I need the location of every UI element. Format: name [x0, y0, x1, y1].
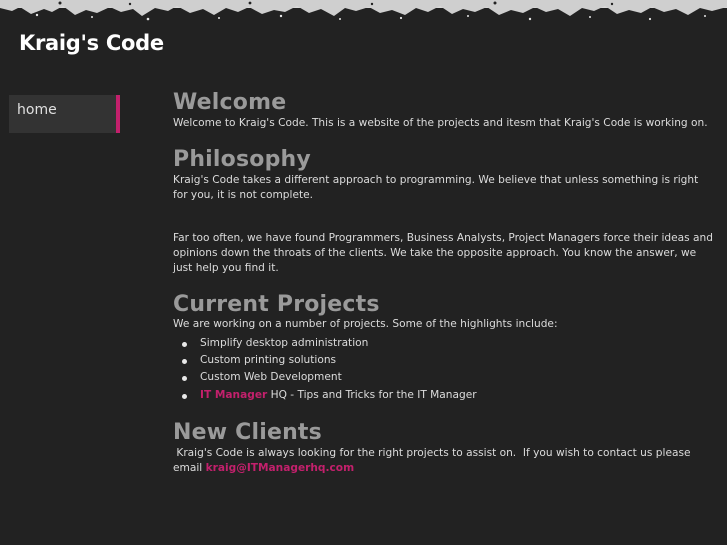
projects-section: Current Projects We are working on a num…	[173, 292, 713, 404]
bullet-icon	[182, 376, 187, 382]
list-item: IT Manager HQ - Tips and Tricks for the …	[182, 387, 713, 404]
list-item: Custom printing solutions	[182, 352, 713, 369]
site-title[interactable]: Kraig's Code	[19, 31, 164, 55]
clients-heading: New Clients	[173, 419, 322, 445]
list-item-label: Simplify desktop administration	[200, 337, 369, 349]
list-item-label: Custom printing solutions	[200, 354, 337, 367]
welcome-heading: Welcome	[173, 90, 287, 115]
list-item-label: HQ - Tips and Tricks for the IT Manager	[267, 388, 477, 401]
philosophy-heading: Philosophy	[173, 147, 311, 172]
main-content: Welcome Welcome to Kraig's Code. This is…	[173, 90, 713, 476]
clients-section: New Clients Kraig's Code is always looki…	[173, 420, 713, 476]
bullet-icon	[182, 393, 187, 399]
philosophy-section: Philosophy Kraig's Code takes a differen…	[173, 147, 713, 276]
philosophy-paragraph-1: Kraig's Code takes a different approach …	[173, 174, 699, 201]
nav-item-home[interactable]: home	[9, 95, 120, 133]
projects-heading: Current Projects	[173, 292, 380, 317]
clients-text: Kraig's Code is always looking for the r…	[173, 446, 713, 476]
projects-intro: We are working on a number of projects. …	[173, 318, 558, 330]
welcome-text: Welcome to Kraig's Code. This is a websi…	[173, 117, 708, 129]
projects-list: Simplify desktop administration Custom p…	[173, 335, 713, 404]
bullet-icon	[182, 342, 187, 347]
bullet-icon	[182, 359, 187, 365]
list-item: Custom Web Development	[182, 369, 713, 386]
philosophy-paragraph-2: Far too often, we have found Programmers…	[173, 232, 713, 274]
it-manager-link[interactable]: IT Manager	[200, 389, 267, 401]
nav-link-home[interactable]: home	[17, 102, 57, 118]
grunge-header-border	[0, 0, 727, 21]
list-item: Simplify desktop administration	[182, 335, 713, 352]
list-item-label: Custom Web Development	[200, 371, 342, 384]
email-link[interactable]: kraig@ITManagerhq.com	[206, 462, 355, 474]
welcome-section: Welcome Welcome to Kraig's Code. This is…	[173, 90, 713, 131]
